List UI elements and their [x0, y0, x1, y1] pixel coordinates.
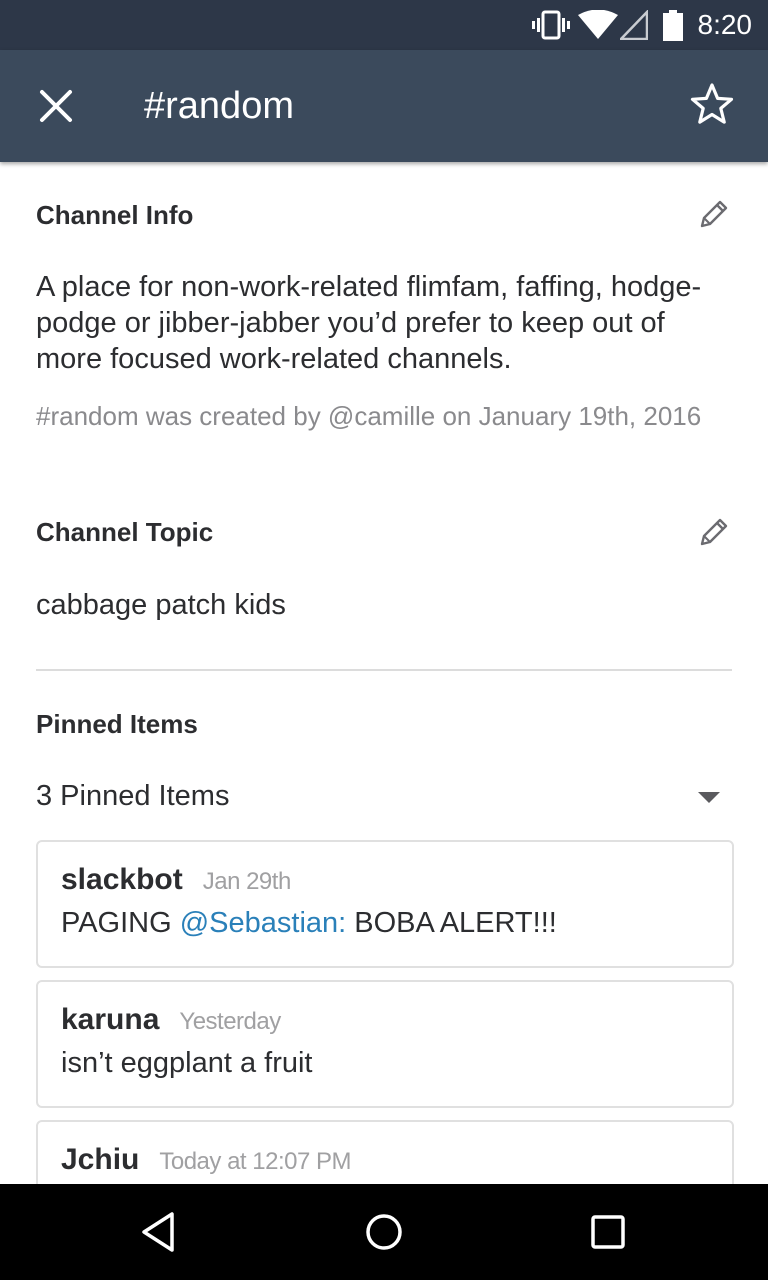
divider: [36, 669, 732, 671]
pinned-items-dropdown[interactable]: 3 Pinned Items: [36, 774, 732, 818]
pinned-message-card[interactable]: karuna Yesterday isn’t eggplant a fruit: [36, 980, 734, 1108]
pencil-icon[interactable]: [698, 198, 730, 230]
close-icon[interactable]: [38, 88, 74, 124]
message-text-part: isn’t eggplant a fruit: [61, 1047, 313, 1079]
pinned-items-heading: Pinned Items: [36, 709, 198, 739]
user-mention-link[interactable]: @Sebastian:: [180, 907, 346, 939]
message-author: karuna: [61, 1003, 160, 1036]
status-bar: 8:20: [0, 0, 768, 50]
system-nav-bar: [0, 1184, 768, 1280]
home-icon[interactable]: [360, 1208, 408, 1256]
channel-info-heading: Channel Info: [36, 200, 194, 230]
message-timestamp: Jan 29th: [202, 868, 292, 895]
signal-icon: [620, 10, 648, 40]
message-text-part: PAGING: [61, 907, 180, 939]
channel-purpose: A place for non-work-related flimfam, fa…: [36, 271, 702, 375]
pencil-icon[interactable]: [698, 516, 730, 548]
message-author: Jchiu: [61, 1143, 140, 1176]
back-icon[interactable]: [136, 1208, 184, 1256]
pinned-message-card[interactable]: Jchiu Today at 12:07 PM: [36, 1120, 734, 1184]
vibrate-icon: [532, 10, 570, 40]
pinned-message-card[interactable]: slackbot Jan 29th PAGING @Sebastian: BOBA…: [36, 840, 734, 968]
pinned-items-count: 3 Pinned Items: [36, 780, 230, 812]
channel-created-info: #random was created by @camille on Janua…: [36, 401, 702, 431]
wifi-icon: [578, 10, 618, 39]
caret-down-icon: [698, 792, 720, 803]
channel-details[interactable]: Channel Info A place for non-work-relate…: [0, 162, 768, 1184]
channel-topic-heading: Channel Topic: [36, 517, 214, 547]
message-timestamp: Yesterday: [179, 1008, 281, 1035]
app-bar: #random: [0, 50, 768, 162]
message-timestamp: Today at 12:07 PM: [159, 1148, 351, 1175]
page-title: #random: [144, 85, 294, 127]
star-outline-icon[interactable]: [690, 82, 734, 126]
recents-icon[interactable]: [584, 1208, 632, 1256]
message-text: PAGING @Sebastian: BOBA ALERT!!!: [61, 905, 557, 941]
message-author: slackbot: [61, 863, 183, 896]
channel-topic-text: cabbage patch kids: [36, 589, 286, 621]
battery-icon: [663, 10, 683, 41]
status-time: 8:20: [697, 9, 753, 40]
message-text-part: BOBA ALERT!!!: [346, 907, 557, 939]
message-text: isn’t eggplant a fruit: [61, 1045, 312, 1081]
